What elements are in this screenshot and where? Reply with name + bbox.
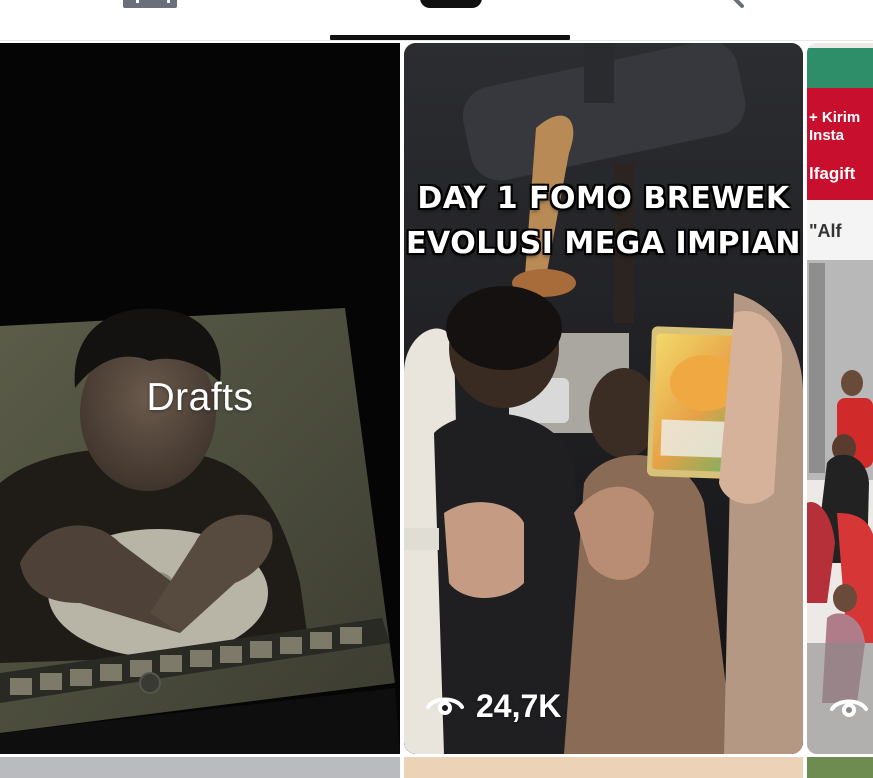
search-icon [733,0,744,8]
video-tile-partial[interactable]: + Kirim Insta lfagift "Alf [807,43,873,754]
tab-search[interactable] [700,0,780,40]
lock-icon [420,0,482,8]
profile-tab-bar [0,0,873,41]
partial-thumbnail-image [807,43,873,754]
video-thumbnail-image [404,43,803,754]
video-tile-next-row-3[interactable] [807,757,873,778]
grid-icon [123,0,177,8]
eye-icon [830,699,868,717]
video-caption-line2: EVOLUSI MEGA IMPIAN [406,226,801,261]
tab-private[interactable] [330,0,570,40]
drafts-label: Drafts [146,376,254,419]
sign-text-line3: lfagift [809,164,856,183]
view-count: 24,7K [426,686,561,726]
sign-text-line4: "Alf [809,221,842,241]
video-tile-next-row-1[interactable] [0,757,400,778]
eye-icon [426,697,464,715]
video-caption-line1: DAY 1 FOMO BREWEK [417,181,790,216]
view-count-value: 24,7K [476,687,562,724]
tab-grid[interactable] [110,0,190,40]
active-tab-indicator [330,35,570,40]
sign-text-line2: Insta [809,127,845,144]
sign-text-line1: + Kirim [809,109,861,126]
video-tile-next-row-2[interactable] [404,757,803,778]
drafts-tile[interactable]: Drafts [0,43,400,754]
video-tile[interactable]: DAY 1 FOMO BREWEK EVOLUSI MEGA IMPIAN 24… [404,43,803,754]
